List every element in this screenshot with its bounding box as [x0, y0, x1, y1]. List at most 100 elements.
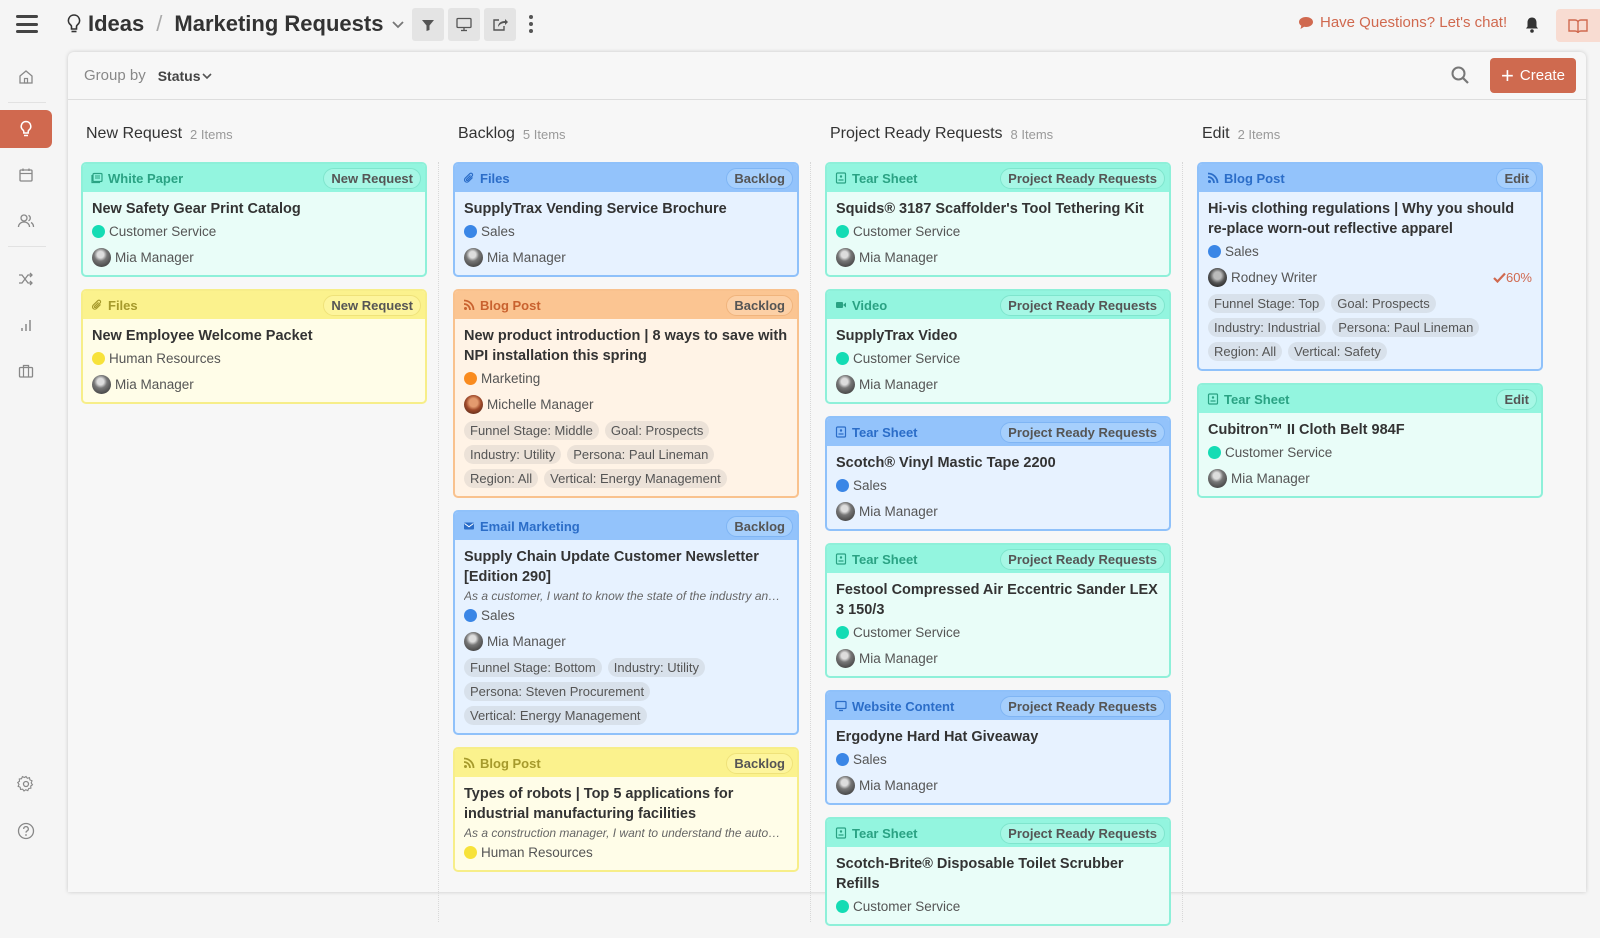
- idea-card[interactable]: Blog Post Backlog New product introducti…: [453, 289, 799, 498]
- tag[interactable]: Persona: Steven Procurement: [464, 682, 651, 701]
- status-badge[interactable]: Edit: [1496, 388, 1537, 410]
- breadcrumb-ideas[interactable]: Ideas: [88, 11, 144, 37]
- chevron-down-icon[interactable]: [391, 17, 405, 31]
- card-title[interactable]: New Safety Gear Print Catalog: [92, 199, 416, 219]
- status-badge[interactable]: New Request: [323, 167, 421, 189]
- card-title[interactable]: New Employee Welcome Packet: [92, 326, 416, 346]
- idea-card[interactable]: Blog Post Backlog Types of robots | Top …: [453, 747, 799, 872]
- idea-card[interactable]: Video Project Ready Requests SupplyTrax …: [825, 289, 1171, 404]
- more-options-icon[interactable]: [528, 15, 534, 33]
- hamburger-menu-icon[interactable]: [16, 15, 38, 33]
- chevron-down-icon: [201, 72, 212, 79]
- search-icon[interactable]: [1450, 65, 1470, 85]
- column-title: Project Ready Requests: [830, 125, 1003, 142]
- idea-card[interactable]: White Paper New Request New Safety Gear …: [81, 162, 427, 277]
- idea-card[interactable]: Website Content Project Ready Requests E…: [825, 690, 1171, 805]
- tag[interactable]: Persona: Paul Lineman: [1332, 318, 1480, 337]
- idea-card[interactable]: Tear Sheet Project Ready Requests Scotch…: [825, 817, 1171, 926]
- card-type-label: Tear Sheet: [1224, 391, 1290, 407]
- avatar: [836, 247, 855, 267]
- tag[interactable]: Goal: Prospects: [1331, 294, 1436, 313]
- share-button[interactable]: [484, 8, 516, 41]
- status-badge[interactable]: Project Ready Requests: [1000, 421, 1165, 443]
- idea-card[interactable]: Files New Request New Employee Welcome P…: [81, 289, 427, 404]
- card-title[interactable]: Types of robots | Top 5 applications for…: [464, 784, 788, 824]
- sidebar-item-portfolio[interactable]: [0, 352, 52, 390]
- tag-list: Funnel Stage: Top Goal: Prospects Industry…: [1208, 294, 1532, 361]
- card-title[interactable]: Cubitron™ II Cloth Belt 984F: [1208, 420, 1532, 440]
- progress-value: 60%: [1505, 269, 1532, 285]
- tag[interactable]: Region: All: [464, 469, 539, 488]
- card-title[interactable]: Squids® 3187 Scaffolder's Tool Tethering…: [836, 199, 1160, 219]
- sidebar-item-people[interactable]: [0, 202, 52, 240]
- idea-card[interactable]: Blog Post Edit Hi-vis clothing regulatio…: [1197, 162, 1543, 371]
- sidebar-item-reports[interactable]: [0, 306, 52, 344]
- card-title[interactable]: New product introduction | 8 ways to sav…: [464, 326, 788, 366]
- tag[interactable]: Vertical: Energy Management: [464, 706, 647, 725]
- docs-button[interactable]: [1556, 9, 1600, 42]
- tag[interactable]: Funnel Stage: Top: [1208, 294, 1326, 313]
- card-title[interactable]: Festool Compressed Air Eccentric Sander …: [836, 580, 1160, 620]
- sidebar-item-settings[interactable]: [0, 765, 52, 803]
- status-badge[interactable]: Backlog: [726, 752, 793, 774]
- status-badge[interactable]: New Request: [323, 294, 421, 316]
- idea-card[interactable]: Tear Sheet Project Ready Requests Scotch…: [825, 416, 1171, 531]
- card-title[interactable]: Scotch® Vinyl Mastic Tape 2200: [836, 453, 1160, 473]
- column-title: New Request: [86, 125, 183, 142]
- status-badge[interactable]: Backlog: [726, 167, 793, 189]
- card-title[interactable]: Supply Chain Update Customer Newsletter …: [464, 547, 788, 587]
- presentation-button[interactable]: [448, 8, 480, 41]
- card-team: Customer Service: [836, 221, 1160, 241]
- sidebar-item-ideas[interactable]: [0, 110, 52, 148]
- card-owner: Michelle Manager: [464, 394, 788, 414]
- idea-card[interactable]: Files Backlog SupplyTrax Vending Service…: [453, 162, 799, 277]
- group-by-dropdown[interactable]: Status: [158, 68, 213, 84]
- card-title[interactable]: SupplyTrax Vending Service Brochure: [464, 199, 788, 219]
- status-badge[interactable]: Project Ready Requests: [1000, 548, 1165, 570]
- tag[interactable]: Funnel Stage: Bottom: [464, 658, 602, 677]
- filter-button[interactable]: [412, 8, 444, 41]
- team-color-dot: [836, 478, 849, 492]
- status-badge[interactable]: Backlog: [726, 294, 793, 316]
- card-type-label: Tear Sheet: [852, 825, 918, 841]
- tag[interactable]: Industry: Utility: [607, 658, 705, 677]
- card-title[interactable]: Hi-vis clothing regulations | Why you sh…: [1208, 199, 1532, 239]
- status-badge[interactable]: Edit: [1496, 167, 1537, 189]
- card-title[interactable]: Scotch-Brite® Disposable Toilet Scrubber…: [836, 854, 1160, 894]
- bell-icon[interactable]: [1524, 16, 1540, 34]
- tag[interactable]: Vertical: Safety: [1288, 342, 1387, 361]
- tag[interactable]: Vertical: Energy Management: [544, 469, 727, 488]
- status-badge[interactable]: Project Ready Requests: [1000, 294, 1165, 316]
- card-type: Tear Sheet: [835, 171, 918, 186]
- card-title[interactable]: SupplyTrax Video: [836, 326, 1160, 346]
- card-team: Sales: [1208, 241, 1532, 261]
- sidebar-item-workflows[interactable]: [0, 260, 52, 298]
- tag[interactable]: Industry: Utility: [464, 445, 562, 464]
- status-badge[interactable]: Project Ready Requests: [1000, 822, 1165, 844]
- card-type: Video: [835, 298, 887, 313]
- status-badge[interactable]: Project Ready Requests: [1000, 695, 1165, 717]
- avatar: [92, 374, 111, 394]
- team-color-dot: [464, 845, 477, 859]
- idea-card[interactable]: Tear Sheet Project Ready Requests Squids…: [825, 162, 1171, 277]
- status-badge[interactable]: Backlog: [726, 515, 793, 537]
- sidebar-item-calendar[interactable]: [0, 156, 52, 194]
- status-badge[interactable]: Project Ready Requests: [1000, 167, 1165, 189]
- sidebar-item-help[interactable]: [0, 812, 52, 850]
- idea-card[interactable]: Tear Sheet Edit Cubitron™ II Cloth Belt …: [1197, 383, 1543, 498]
- idea-card[interactable]: Email Marketing Backlog Supply Chain Upd…: [453, 510, 799, 735]
- tear-sheet-icon: [835, 827, 847, 839]
- sidebar-item-home[interactable]: [0, 58, 52, 96]
- tag[interactable]: Persona: Paul Lineman: [567, 445, 715, 464]
- lightbulb-icon: [67, 14, 81, 33]
- chat-link[interactable]: Have Questions? Let's chat!: [1298, 14, 1507, 31]
- tag[interactable]: Region: All: [1208, 342, 1283, 361]
- tag[interactable]: Goal: Prospects: [604, 421, 710, 440]
- idea-card[interactable]: Tear Sheet Project Ready Requests Festoo…: [825, 543, 1171, 678]
- create-button[interactable]: + Create: [1490, 58, 1576, 93]
- team-color-dot: [836, 224, 849, 238]
- card-title[interactable]: Ergodyne Hard Hat Giveaway: [836, 727, 1160, 747]
- tag[interactable]: Funnel Stage: Middle: [464, 421, 599, 440]
- tag[interactable]: Industry: Industrial: [1208, 318, 1327, 337]
- owner-name: Mia Manager: [487, 249, 566, 265]
